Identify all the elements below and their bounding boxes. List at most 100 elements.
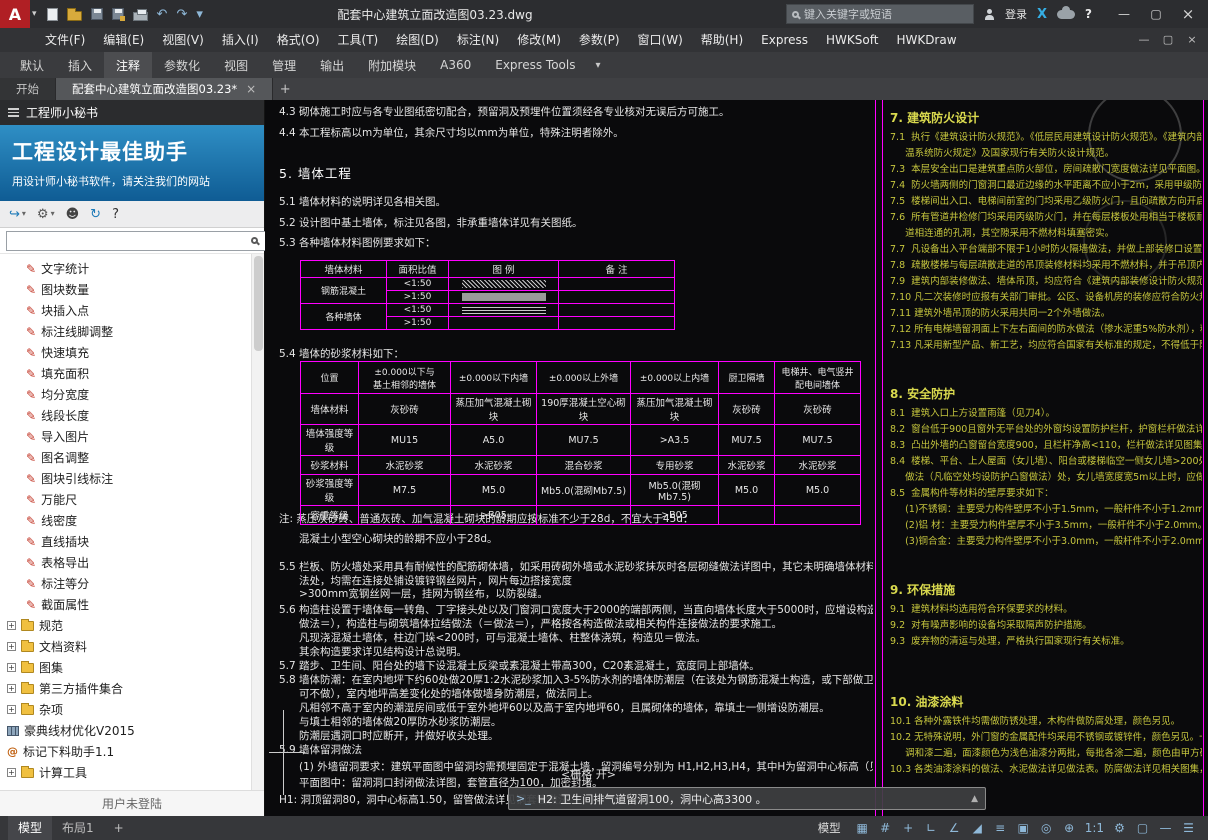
- expand-icon[interactable]: +: [7, 705, 16, 714]
- autodesk-exchange-icon[interactable]: X: [1037, 7, 1047, 22]
- menu-item[interactable]: 格式(O): [268, 28, 329, 52]
- qat-dropdown-icon[interactable]: ▾: [196, 8, 203, 21]
- sign-in-link[interactable]: 登录: [1005, 6, 1027, 22]
- ribbon-tab[interactable]: 视图: [212, 52, 260, 78]
- tab-start[interactable]: 开始: [0, 78, 56, 100]
- sidebar-tool-item[interactable]: ✎线密度: [0, 510, 264, 531]
- expand-icon[interactable]: +: [7, 684, 16, 693]
- layout-tab[interactable]: 布局1: [52, 816, 104, 840]
- undo-icon[interactable]: ↶: [157, 8, 168, 21]
- user-icon[interactable]: ☻: [66, 208, 80, 221]
- menu-item[interactable]: 窗口(W): [629, 28, 692, 52]
- doc-minimize-button[interactable]: —: [1134, 28, 1154, 52]
- settings-gear-icon[interactable]: ⚙▾: [37, 208, 55, 221]
- menu-item[interactable]: HWKSoft: [817, 28, 887, 52]
- doc-restore-button[interactable]: ▢: [1158, 28, 1178, 52]
- login-status[interactable]: 用户未登陆: [0, 790, 264, 816]
- command-text[interactable]: H2: 卫生间排气道留洞100，洞中心高3300 。: [538, 791, 964, 807]
- ribbon-tab[interactable]: 输出: [308, 52, 356, 78]
- expand-icon[interactable]: +: [7, 621, 16, 630]
- ribbon-tab[interactable]: 参数化: [152, 52, 212, 78]
- menu-item[interactable]: 帮助(H): [692, 28, 752, 52]
- tab-active-drawing[interactable]: 配套中心建筑立面改造图03.23* ×: [56, 78, 273, 100]
- polar-tracking-icon[interactable]: ∠: [947, 821, 962, 835]
- sidebar-tool-item[interactable]: ✎标注等分: [0, 573, 264, 594]
- sidebar-search-input[interactable]: [6, 231, 269, 251]
- scrollbar-thumb[interactable]: [254, 256, 263, 351]
- menu-item[interactable]: 工具(T): [329, 28, 388, 52]
- annotation-scale-button[interactable]: 1:1: [1085, 821, 1104, 835]
- object-snap-tracking-icon[interactable]: ≡: [993, 821, 1008, 835]
- sidebar-folder-item[interactable]: +第三方插件集合: [0, 678, 264, 699]
- command-history-arrow-icon[interactable]: ▲: [971, 794, 978, 804]
- save-file-icon[interactable]: [91, 8, 103, 20]
- sidebar-folder-item[interactable]: +规范: [0, 615, 264, 636]
- snap-mode-icon[interactable]: #: [878, 821, 893, 835]
- new-layout-button[interactable]: +: [104, 816, 134, 840]
- sidebar-tool-item[interactable]: ✎快速填充: [0, 342, 264, 363]
- tree-scrollbar[interactable]: [251, 254, 264, 790]
- minimize-button[interactable]: —: [1108, 0, 1140, 28]
- help-icon[interactable]: ?: [112, 208, 119, 221]
- sidebar-tool-item[interactable]: ✎截面属性: [0, 594, 264, 615]
- sidebar-tool-item[interactable]: ✎图块引线标注: [0, 468, 264, 489]
- menu-item[interactable]: HWKDraw: [887, 28, 965, 52]
- sidebar-tool-item[interactable]: ✎标注线脚调整: [0, 321, 264, 342]
- ribbon-tab[interactable]: 默认: [8, 52, 56, 78]
- redo-icon[interactable]: ↷: [176, 8, 187, 21]
- close-button[interactable]: ×: [1172, 0, 1204, 28]
- doc-close-button[interactable]: ×: [1182, 28, 1202, 52]
- new-tab-button[interactable]: +: [273, 78, 297, 100]
- object-snap-icon[interactable]: ▣: [1016, 821, 1031, 835]
- annotation-monitor-icon[interactable]: ▢: [1135, 821, 1150, 835]
- ortho-mode-icon[interactable]: ∟: [924, 821, 939, 835]
- sidebar-folder-item[interactable]: +文档资料: [0, 636, 264, 657]
- sidebar-folder-item[interactable]: +图集: [0, 657, 264, 678]
- tab-close-icon[interactable]: ×: [246, 82, 256, 96]
- ribbon-tab[interactable]: 插入: [56, 52, 104, 78]
- grid-display-icon[interactable]: ▦: [855, 821, 870, 835]
- login-panel-icon[interactable]: ↪▾: [9, 208, 26, 221]
- dynamic-input-icon[interactable]: +: [901, 821, 916, 835]
- workspace-switching-icon[interactable]: ⚙: [1112, 821, 1127, 835]
- search-icon[interactable]: [251, 237, 258, 244]
- menu-item[interactable]: Express: [752, 28, 817, 52]
- sidebar-folder-item[interactable]: 豪典线材优化V2015: [0, 720, 264, 741]
- ribbon-tab[interactable]: Express Tools: [483, 52, 587, 78]
- ribbon-overflow-icon[interactable]: ▾: [587, 52, 608, 78]
- sidebar-tool-item[interactable]: ✎导入图片: [0, 426, 264, 447]
- selection-cycling-icon[interactable]: ⊕: [1062, 821, 1077, 835]
- menu-item[interactable]: 视图(V): [153, 28, 213, 52]
- maximize-button[interactable]: ▢: [1140, 0, 1172, 28]
- expand-icon[interactable]: +: [7, 768, 16, 777]
- sidebar-tool-item[interactable]: ✎图名调整: [0, 447, 264, 468]
- expand-icon[interactable]: +: [7, 663, 16, 672]
- new-file-icon[interactable]: [47, 8, 58, 21]
- menu-item[interactable]: 插入(I): [213, 28, 268, 52]
- command-line[interactable]: >_ H2: 卫生间排气道留洞100，洞中心高3300 。 ▲: [508, 787, 986, 810]
- sidebar-tool-item[interactable]: ✎线段长度: [0, 405, 264, 426]
- sidebar-banner[interactable]: 工程设计最佳助手 用设计师小秘书软件，请关注我们的网站: [0, 125, 264, 201]
- sidebar-folder-item[interactable]: +计算工具: [0, 762, 264, 783]
- sidebar-tool-item[interactable]: ✎文字统计: [0, 258, 264, 279]
- isodraft-icon[interactable]: ◢: [970, 821, 985, 835]
- model-space-button[interactable]: 模型: [818, 820, 841, 836]
- help-icon[interactable]: ?: [1085, 7, 1092, 21]
- customization-icon[interactable]: ☰: [1181, 821, 1196, 835]
- menu-item[interactable]: 文件(F): [36, 28, 94, 52]
- help-search-box[interactable]: 键入关键字或短语: [786, 4, 974, 24]
- open-file-icon[interactable]: [67, 11, 82, 21]
- sidebar-tool-item[interactable]: ✎块插入点: [0, 300, 264, 321]
- cloud-icon[interactable]: [1057, 10, 1075, 19]
- transparency-icon[interactable]: ◎: [1039, 821, 1054, 835]
- layout-tab[interactable]: 模型: [8, 816, 52, 840]
- drawing-canvas[interactable]: 4.3 砌体施工时应与各专业图纸密切配合，预留洞及预埋件位置须经各专业核对无误后…: [265, 100, 1208, 816]
- ribbon-tab[interactable]: 附加模块: [356, 52, 428, 78]
- sidebar-tool-item[interactable]: ✎表格导出: [0, 552, 264, 573]
- sidebar-tool-item[interactable]: ✎均分宽度: [0, 384, 264, 405]
- plot-icon[interactable]: [133, 12, 148, 21]
- app-menu-arrow-icon[interactable]: ▾: [32, 9, 37, 19]
- menu-item[interactable]: 编辑(E): [94, 28, 153, 52]
- isolate-objects-icon[interactable]: —: [1158, 821, 1173, 835]
- sidebar-tool-item[interactable]: ✎填充面积: [0, 363, 264, 384]
